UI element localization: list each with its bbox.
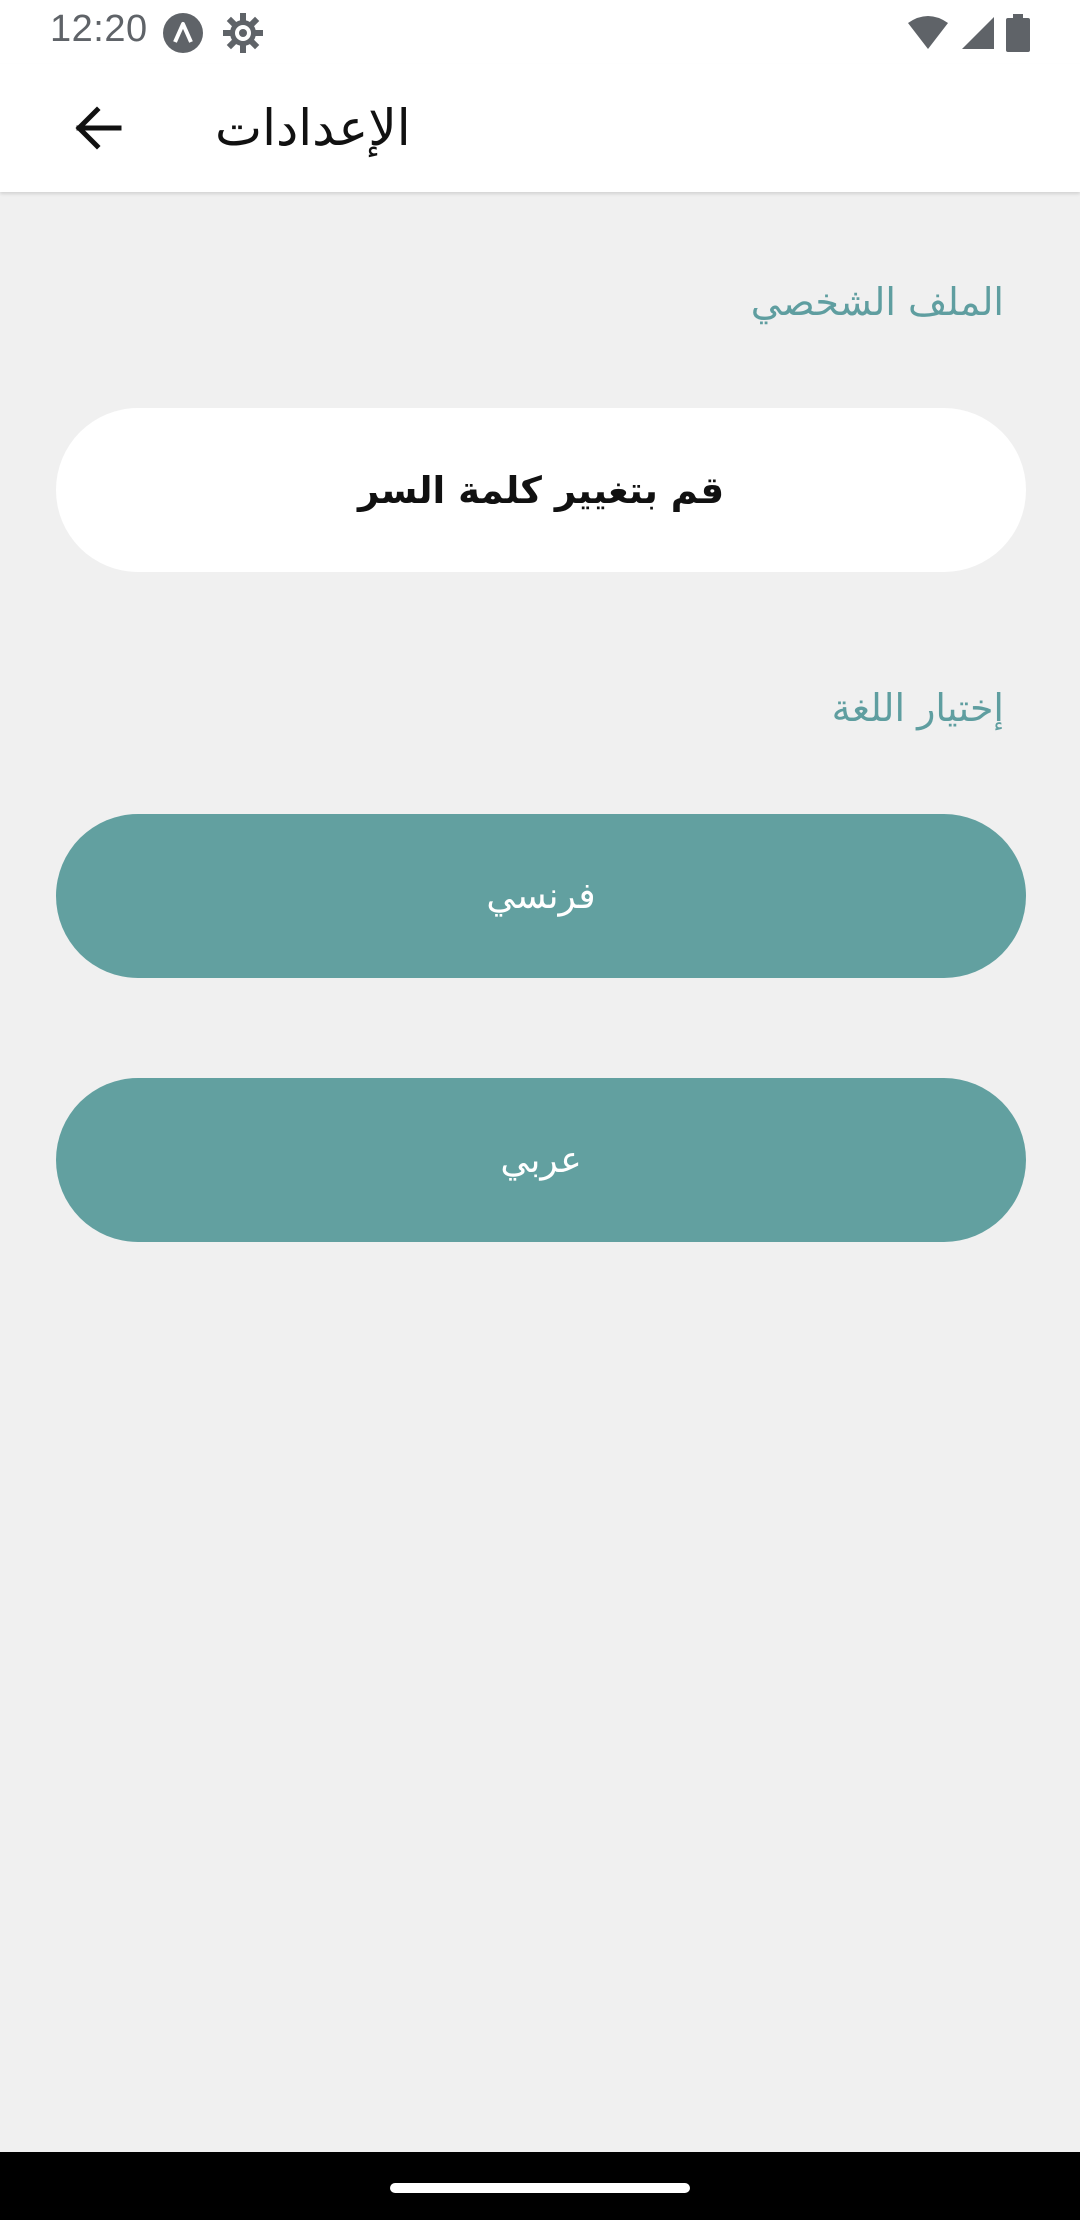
arrow-back-icon [75, 106, 122, 150]
app-bar: الإعدادات [0, 64, 1080, 192]
wifi-icon [908, 16, 948, 49]
status-time: 12:20 [50, 8, 148, 50]
back-button[interactable] [52, 92, 144, 164]
settings-screen: 12:20 الإعدادات الملف الشخصي قم بتغيير ك… [0, 0, 1080, 2220]
profile-section-header: الملف الشخصي [750, 280, 1004, 324]
navigation-bar [0, 2152, 1080, 2220]
french-language-label: فرنسي [486, 875, 596, 917]
home-indicator[interactable] [390, 2183, 690, 2193]
gear-icon [223, 13, 263, 53]
signal-icon [962, 17, 994, 49]
change-password-button[interactable]: قم بتغيير كلمة السر [56, 408, 1026, 572]
language-section-header: إختيار اللغة [831, 686, 1004, 730]
battery-icon [1006, 14, 1030, 52]
change-password-label: قم بتغيير كلمة السر [357, 468, 725, 512]
arabic-language-button[interactable]: عربي [56, 1078, 1026, 1242]
a-circle-icon [163, 13, 203, 53]
page-title: الإعدادات [215, 99, 411, 157]
status-bar: 12:20 [0, 0, 1080, 64]
french-language-button[interactable]: فرنسي [56, 814, 1026, 978]
status-icons-right [906, 14, 1030, 52]
arabic-language-label: عربي [500, 1139, 582, 1181]
